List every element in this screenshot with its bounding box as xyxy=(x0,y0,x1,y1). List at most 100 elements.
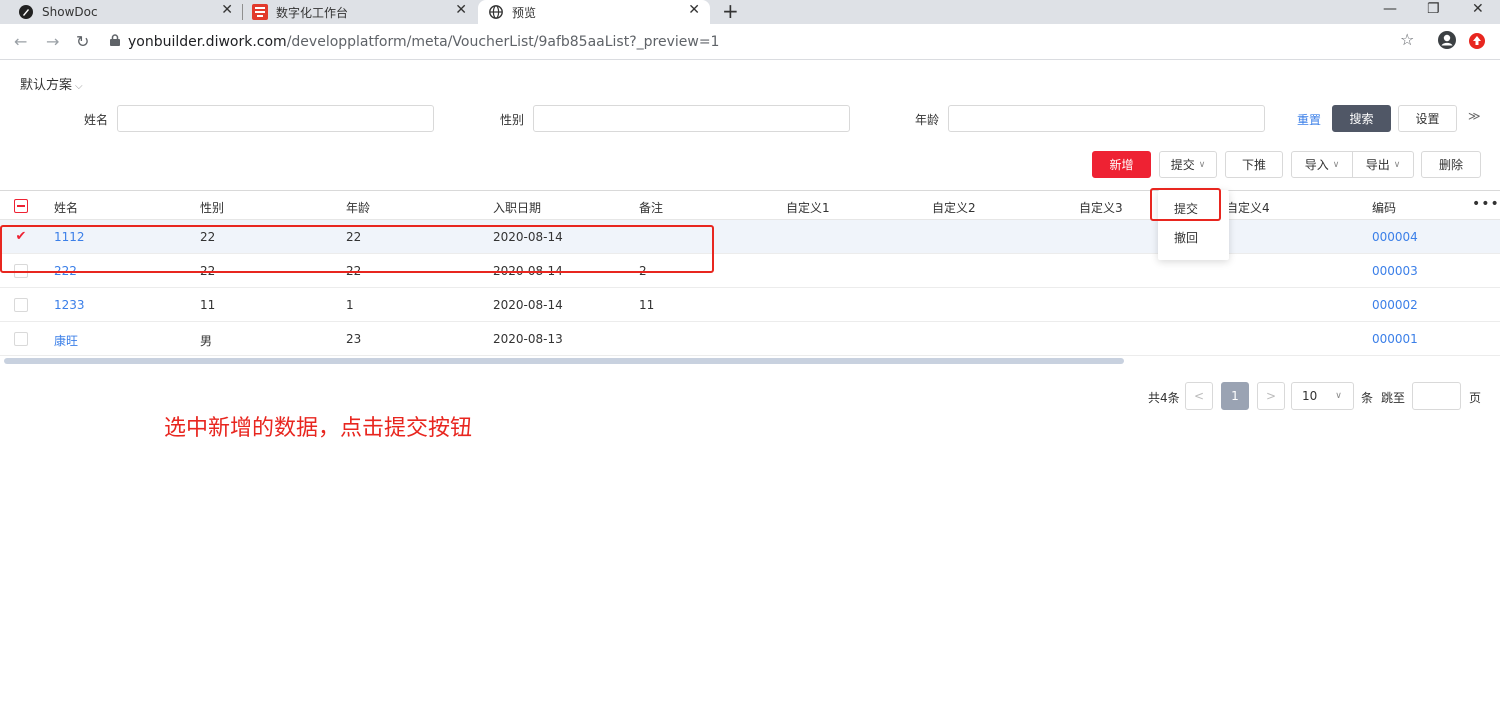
column-header-custom4[interactable]: 自定义4 xyxy=(1226,199,1270,216)
profile-icon[interactable] xyxy=(1437,30,1457,53)
tab-title: 预览 xyxy=(512,5,537,20)
lock-icon xyxy=(110,34,120,50)
minimize-icon[interactable]: — xyxy=(1383,0,1397,18)
window-close-icon[interactable]: ✕ xyxy=(1472,0,1484,18)
globe-icon xyxy=(488,4,504,20)
chevron-down-icon: ⌵ xyxy=(75,81,83,92)
annotation-instruction: 选中新增的数据，点击提交按钮 xyxy=(164,416,473,441)
cell-hire-date: 2020-08-13 xyxy=(493,332,563,346)
table-row[interactable]: 1233 11 1 2020-08-14 11 000002 xyxy=(0,288,1500,322)
cell-hire-date: 2020-08-14 xyxy=(493,298,563,312)
search-button[interactable]: 搜索 xyxy=(1332,105,1391,132)
close-icon[interactable]: ✕ xyxy=(455,2,467,18)
url-field[interactable]: yonbuilder.diwork.com/developplatform/me… xyxy=(104,29,1494,55)
chevron-down-icon: ∨ xyxy=(1198,159,1206,170)
submit-label: 提交 xyxy=(1170,158,1195,172)
scheme-label: 默认方案 xyxy=(20,78,73,93)
browser-tab-bar: ShowDoc ✕ 数字化工作台 ✕ 预览 ✕ + — ❐ ✕ xyxy=(0,0,1500,24)
filter-label-age: 年龄 xyxy=(915,113,940,127)
chevron-down-icon: ∨ xyxy=(1393,159,1401,170)
cell-age: 23 xyxy=(346,332,362,346)
page-button-current[interactable]: 1 xyxy=(1221,382,1249,410)
next-page-icon[interactable]: > xyxy=(1257,382,1285,410)
bookmark-star-icon[interactable]: ☆ xyxy=(1400,30,1414,49)
export-dropdown-button[interactable]: 导出 ∨ xyxy=(1353,152,1413,177)
column-header-gender[interactable]: 性别 xyxy=(200,199,224,216)
cell-gender: 11 xyxy=(200,298,216,312)
column-header-custom1[interactable]: 自定义1 xyxy=(786,199,830,216)
close-icon[interactable]: ✕ xyxy=(688,2,700,18)
url-path: /developplatform/meta/VoucherList/9afb85… xyxy=(286,34,720,50)
import-export-group: 导入 ∨ 导出 ∨ xyxy=(1291,151,1414,178)
cell-remark: 11 xyxy=(639,298,655,312)
highlight-submit-item xyxy=(1150,188,1221,221)
pagination-total: 共4条 xyxy=(1148,391,1180,405)
yonyou-cloud-icon xyxy=(252,4,268,20)
select-all-checkbox[interactable] xyxy=(14,199,28,213)
gender-filter-input[interactable] xyxy=(533,105,850,132)
close-icon[interactable]: ✕ xyxy=(221,2,233,18)
new-tab-icon[interactable]: + xyxy=(722,0,739,22)
page-size-select[interactable]: 10 ∨ xyxy=(1291,382,1354,410)
push-down-button[interactable]: 下推 xyxy=(1225,151,1283,178)
row-checkbox[interactable] xyxy=(14,298,28,312)
jump-page-input[interactable] xyxy=(1412,382,1461,410)
delete-button[interactable]: 删除 xyxy=(1421,151,1481,178)
cell-name[interactable]: 康旺 xyxy=(54,332,78,349)
expand-filters-icon[interactable]: ≫ xyxy=(1468,109,1481,123)
menu-item-withdraw[interactable]: 撤回 xyxy=(1174,229,1198,246)
page-size-value: 10 xyxy=(1302,389,1318,403)
more-options-icon[interactable]: ••• xyxy=(1472,196,1500,212)
column-header-age[interactable]: 年龄 xyxy=(346,199,370,216)
tab-title: ShowDoc xyxy=(42,5,98,19)
submit-dropdown-button[interactable]: 提交 ∨ xyxy=(1159,151,1217,178)
cell-code[interactable]: 000003 xyxy=(1372,264,1418,278)
name-filter-input[interactable] xyxy=(117,105,434,132)
cell-code[interactable]: 000001 xyxy=(1372,332,1418,346)
cell-name[interactable]: 1233 xyxy=(54,298,85,312)
table-header: 姓名 性别 年龄 入职日期 备注 自定义1 自定义2 自定义3 自定义4 编码 … xyxy=(0,190,1500,220)
address-bar: ← → ↻ yonbuilder.diwork.com/developplatf… xyxy=(0,24,1500,60)
import-label: 导入 xyxy=(1304,158,1329,172)
tab-preview[interactable]: 预览 ✕ xyxy=(478,0,710,24)
column-header-remark[interactable]: 备注 xyxy=(639,199,663,216)
tab-workbench[interactable]: 数字化工作台 ✕ xyxy=(252,0,477,24)
highlight-selected-row xyxy=(0,225,714,273)
column-header-custom2[interactable]: 自定义2 xyxy=(932,199,976,216)
column-header-custom3[interactable]: 自定义3 xyxy=(1079,199,1123,216)
back-icon[interactable]: ← xyxy=(14,31,27,53)
horizontal-scrollbar[interactable] xyxy=(4,358,1124,364)
settings-button[interactable]: 设置 xyxy=(1398,105,1457,132)
jump-label: 跳至 xyxy=(1381,391,1406,405)
showdoc-icon xyxy=(18,4,34,20)
filter-label-gender: 性别 xyxy=(500,113,525,127)
reset-link[interactable]: 重置 xyxy=(1297,111,1321,128)
export-label: 导出 xyxy=(1365,158,1390,172)
chevron-down-icon: ∨ xyxy=(1335,391,1342,401)
tab-showdoc[interactable]: ShowDoc ✕ xyxy=(18,0,243,24)
cell-age: 1 xyxy=(346,298,354,312)
reload-icon[interactable]: ↻ xyxy=(76,31,89,53)
restore-icon[interactable]: ❐ xyxy=(1427,0,1440,18)
tab-divider xyxy=(242,4,243,20)
scheme-selector[interactable]: 默认方案 ⌵ xyxy=(20,74,83,93)
row-checkbox[interactable] xyxy=(14,332,28,346)
table-row[interactable]: 康旺 男 23 2020-08-13 000001 xyxy=(0,322,1500,356)
page-size-unit: 条 xyxy=(1361,391,1374,405)
extension-icon[interactable] xyxy=(1468,32,1486,53)
cell-code[interactable]: 000004 xyxy=(1372,230,1418,244)
age-filter-input[interactable] xyxy=(948,105,1265,132)
forward-icon[interactable]: → xyxy=(46,31,59,53)
column-header-code[interactable]: 编码 xyxy=(1372,199,1396,216)
chevron-down-icon: ∨ xyxy=(1332,159,1340,170)
tab-title: 数字化工作台 xyxy=(276,5,349,20)
filter-label-name: 姓名 xyxy=(84,113,109,127)
column-header-name[interactable]: 姓名 xyxy=(54,199,78,216)
import-dropdown-button[interactable]: 导入 ∨ xyxy=(1292,152,1352,177)
prev-page-icon[interactable]: < xyxy=(1185,382,1213,410)
page-label: 页 xyxy=(1469,391,1482,405)
column-header-hire-date[interactable]: 入职日期 xyxy=(493,199,541,216)
cell-code[interactable]: 000002 xyxy=(1372,298,1418,312)
cell-gender: 男 xyxy=(200,334,213,348)
add-button[interactable]: 新增 xyxy=(1092,151,1151,178)
